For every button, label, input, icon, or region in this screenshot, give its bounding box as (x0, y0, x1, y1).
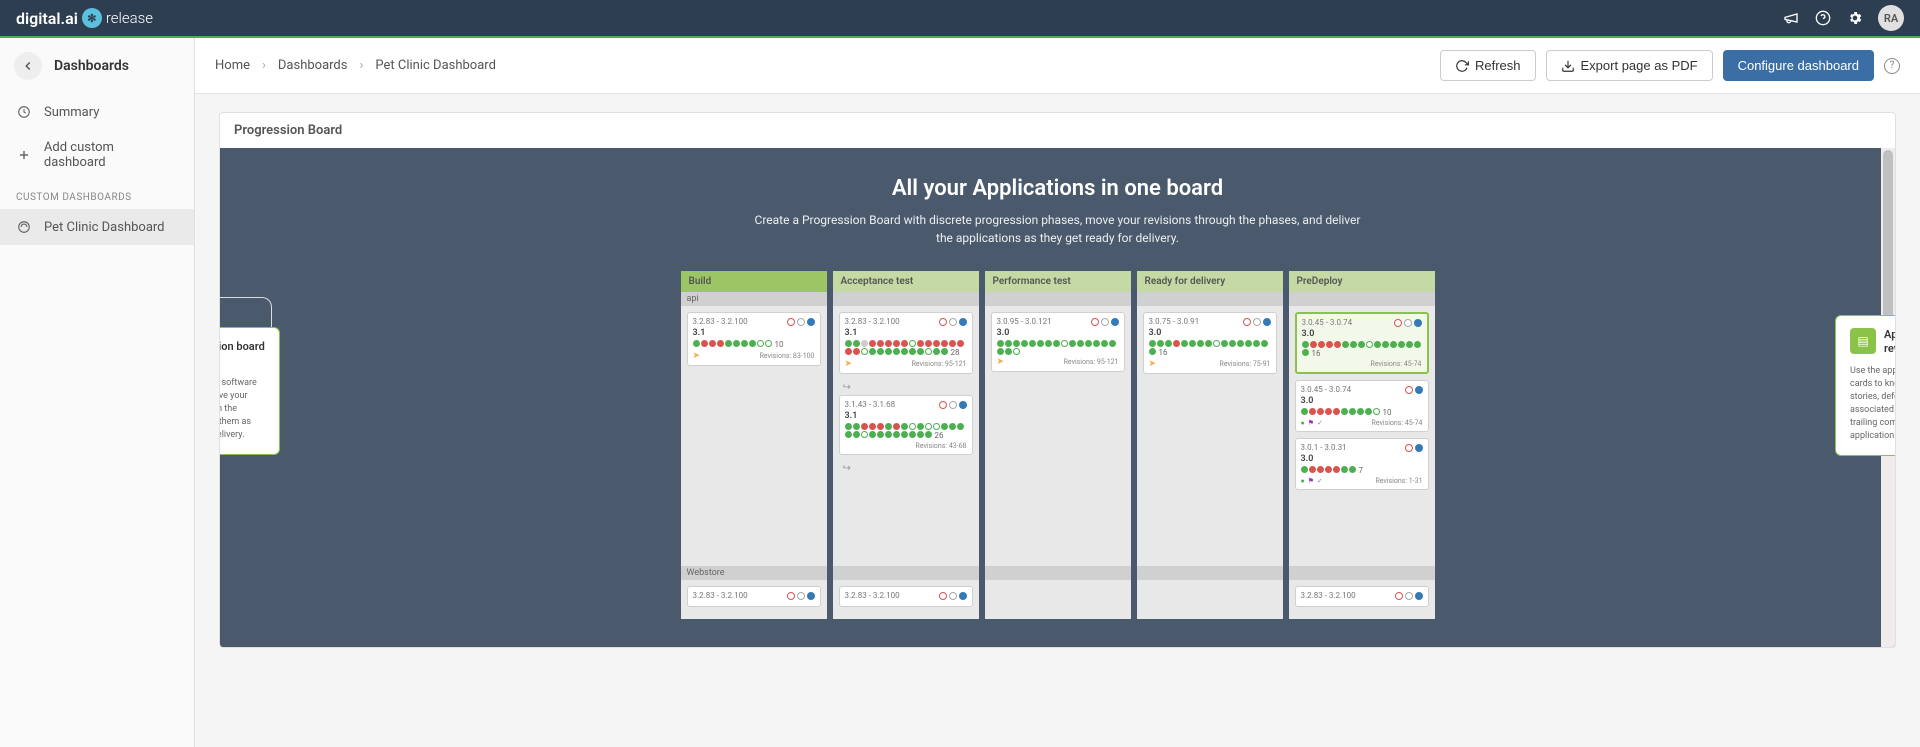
export-pdf-button[interactable]: Export page as PDF (1546, 50, 1713, 81)
revision-card[interactable]: 3.2.83 - 3.2.100 (1295, 586, 1429, 607)
refresh-button[interactable]: Refresh (1440, 50, 1536, 81)
sidebar-section-label: CUSTOM DASHBOARDS (0, 180, 194, 209)
revision-card[interactable]: 3.2.83 - 3.2.100 3.1 10 ➤Revisions: 83-1… (687, 312, 821, 366)
app-label: api (681, 292, 827, 306)
phase-header: Ready for delivery (1137, 271, 1283, 292)
product-icon: ✻ (82, 8, 102, 28)
breadcrumb-dashboards[interactable]: Dashboards (278, 58, 348, 73)
announcement-icon[interactable] (1782, 9, 1800, 27)
sidebar-item-label: Pet Clinic Dashboard (44, 220, 165, 235)
revision-card[interactable]: 3.2.83 - 3.2.100 (687, 586, 821, 607)
revision-card[interactable]: 3.0.95 - 3.0.121 3.0 ➤Revisions: 95-121 (991, 312, 1125, 372)
continuation-icon: ↪ (839, 461, 973, 476)
phase-column-acceptance: Acceptance test 3.2.83 - 3.2.100 3.1 28 … (833, 271, 979, 619)
dashboard-icon (16, 219, 32, 235)
phase-column-build: Build api 3.2.83 - 3.2.100 3.1 10 ➤Revis… (681, 271, 827, 619)
intro-title: All your Applications in one board (260, 176, 1855, 201)
phase-header: Performance test (985, 271, 1131, 292)
plus-icon (16, 147, 32, 163)
sidebar-item-summary[interactable]: Summary (0, 94, 194, 130)
settings-icon[interactable] (1846, 9, 1864, 27)
callout-phases: ▮▮ Progression board phases Define your … (219, 327, 280, 455)
back-button[interactable] (14, 52, 42, 80)
content-header: Home › Dashboards › Pet Clinic Dashboard… (195, 38, 1920, 94)
sidebar-title: Dashboards (54, 58, 129, 74)
chevron-right-icon: › (359, 58, 363, 73)
breadcrumb: Home › Dashboards › Pet Clinic Dashboard (215, 58, 496, 73)
continuation-icon: ↪ (839, 380, 973, 395)
sidebar-item-label: Summary (44, 105, 99, 120)
sidebar-item-add-custom[interactable]: Add custom dashboard (0, 130, 194, 180)
revision-card[interactable]: 3.2.83 - 3.2.100 (839, 586, 973, 607)
top-nav-bar: digital.ai ✻ release RA (0, 0, 1920, 38)
revision-card[interactable]: 3.0.75 - 3.0.91 3.0 16 ➤Revisions: 75-91 (1143, 312, 1277, 374)
phase-column-performance: Performance test 3.0.95 - 3.0.121 3.0 ➤R… (985, 271, 1131, 619)
progression-board-widget: Progression Board All your Applications … (219, 112, 1896, 648)
revision-card[interactable]: 3.1.43 - 3.1.68 3.1 26 Revisions: 43-68 (839, 395, 973, 455)
phase-header: PreDeploy (1289, 271, 1435, 292)
configure-dashboard-button[interactable]: Configure dashboard (1723, 50, 1874, 81)
user-avatar[interactable]: RA (1878, 5, 1904, 31)
breadcrumb-home[interactable]: Home (215, 58, 250, 73)
revision-card-highlighted[interactable]: 3.0.45 - 3.0.74 3.0 16 Revisions: 45-74 (1295, 312, 1429, 374)
widget-title: Progression Board (220, 113, 1895, 148)
phase-header: Acceptance test (833, 271, 979, 292)
brand-logo[interactable]: digital.ai ✻ release (16, 8, 153, 28)
sidebar: Dashboards Summary Add custom dashboard … (0, 38, 195, 747)
phase-header: Build (681, 271, 827, 292)
intro-text: Create a Progression Board with discrete… (748, 211, 1368, 247)
card-icon: ▤ (1850, 328, 1876, 354)
sidebar-item-pet-clinic[interactable]: Pet Clinic Dashboard (0, 209, 194, 245)
revision-card[interactable]: 3.0.45 - 3.0.74 3.0 10 ●⚑✓Revisions: 45-… (1295, 380, 1429, 432)
sidebar-item-label: Add custom dashboard (44, 140, 178, 170)
help-icon[interactable] (1814, 9, 1832, 27)
callout-revision-card: ▤ Application revision card Use the appl… (1835, 315, 1896, 456)
help-icon[interactable]: ? (1884, 58, 1900, 74)
chevron-right-icon: › (262, 58, 266, 73)
revision-card[interactable]: 3.0.1 - 3.0.31 3.0 7 ●⚑✓Revisions: 1-31 (1295, 438, 1429, 490)
phase-column-ready: Ready for delivery 3.0.75 - 3.0.91 3.0 1… (1137, 271, 1283, 619)
app-label: Webstore (681, 566, 827, 580)
progression-board: Build api 3.2.83 - 3.2.100 3.1 10 ➤Revis… (681, 271, 1435, 619)
revision-card[interactable]: 3.2.83 - 3.2.100 3.1 28 ➤Revisions: 95-1… (839, 312, 973, 374)
breadcrumb-current: Pet Clinic Dashboard (375, 58, 496, 73)
phase-column-predeploy: PreDeploy 3.0.45 - 3.0.74 3.0 16 Revisio… (1289, 271, 1435, 619)
summary-icon (16, 104, 32, 120)
